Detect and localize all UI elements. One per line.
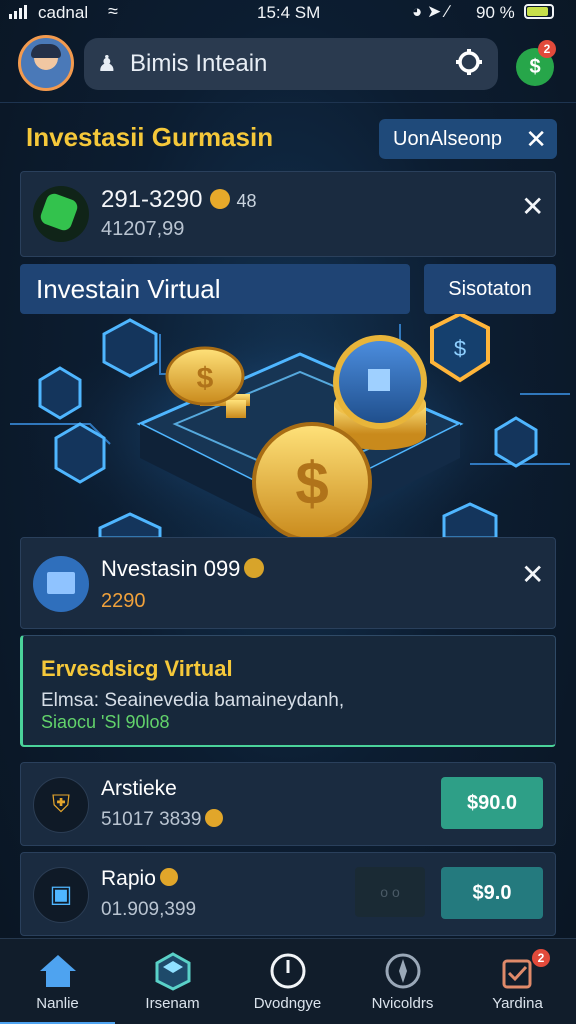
balance-value: 291-3290 [101,186,203,213]
clock-time: 15:4 SM [257,3,321,22]
notice-heading: Ervesdsiсg Virtual [41,656,233,681]
nav-activity[interactable]: Dvodngye [230,939,345,1024]
home-icon [40,955,76,987]
list-item-name: Arstieke [101,777,177,800]
investment-title: Nvestasin 099 [101,556,241,581]
nav-label: Yardina [492,995,543,1012]
nav-label: Irsenam [145,995,200,1012]
cube-icon [155,952,191,991]
nav-label: Dvodngye [253,995,322,1012]
status-bar: cadnal ≈ 15:4 SM ◕ ➤ ∕ 90 % [0,0,576,26]
search-icon[interactable] [454,48,484,78]
close-icon[interactable]: ✕ [521,558,544,591]
balance-line: 291-3290 48 [101,186,256,214]
balance-sub-value: 41207,99 [101,218,185,240]
balance-card[interactable]: 291-3290 48 41207,99 ✕ [20,171,556,257]
list-item[interactable]: ▣ Rapio 01.909,399 o o $9.0 [20,852,556,936]
investment-illustration: $ $ $ [10,314,570,538]
section-title: Investain Virtual [20,264,410,314]
investment-title-line: Nvestasin 099 [101,556,265,582]
wifi-icon: ≈ [108,1,118,21]
user-icon: ♟ [97,51,117,76]
signal-icon [9,5,27,19]
clock-icon [270,953,306,989]
nav-tasks[interactable]: 2 Yardina [460,939,575,1024]
app-header: ♟ Bimis Inteain $ 2 [0,30,576,103]
list-item-name-line: Rapio [101,867,178,891]
coin-icon [244,558,265,579]
nav-home[interactable]: Nanlie [0,939,115,1024]
list-item-name: Rapio [101,867,156,890]
page-title: Investasii Gurmasin [26,122,274,152]
search-bar[interactable]: ♟ Bimis Inteain [84,38,498,90]
nav-label: Nvicoldrs [371,995,434,1012]
nav-explore[interactable]: Nvicoldrs [345,939,460,1024]
nav-label: Nanlie [36,995,79,1012]
list-item-value: 51017 3839 [101,809,202,831]
section-button[interactable]: Sisotaton [424,264,556,314]
dollar-icon: $ [529,56,541,78]
pill-label: UonAlseonp [393,128,502,150]
camera-icon: ▣ [33,867,89,923]
portfolio-icon [33,556,89,612]
investment-card[interactable]: Nvestasin 099 2290 ✕ [20,537,556,629]
list-item-value: 01.909,399 [101,899,197,920]
investment-amount: 2290 [101,590,146,612]
avatar[interactable] [18,35,74,91]
balance-tag: 48 [236,191,257,211]
carrier-name: cadnal [38,3,89,22]
search-text: Bimis Inteain [130,50,268,77]
close-icon[interactable]: ✕ [521,190,544,223]
list-item-value-line: 51017 3839 [101,809,224,831]
secondary-button[interactable]: o o [355,867,425,917]
buy-button[interactable]: $90.0 [441,777,543,829]
battery-percent: 90 % [476,3,515,22]
bottom-navigation: Nanlie Irsenam Dvodngye Nvicoldrs 2 Yard… [0,938,576,1024]
close-icon[interactable]: ✕ [525,124,547,155]
notice-status: Siaocu 'Sl 90lo8 [41,712,170,732]
coin-icon [205,809,224,827]
wallet-icon [33,186,89,242]
svg-text:$: $ [454,336,466,361]
nav-invest[interactable]: Irsenam [115,939,230,1024]
svg-text:$: $ [197,362,214,395]
coin-icon [159,868,178,887]
battery-icon [524,4,554,19]
svg-text:$: $ [295,450,328,517]
notification-badge: 2 [538,40,556,58]
app-screen: cadnal ≈ 15:4 SM ◕ ➤ ∕ 90 % ♟ Bimis Inte… [0,0,576,1024]
notice-description: Elmsa: Seainevedia bamaineydanh, [41,690,345,711]
coin-icon [210,188,231,209]
nav-badge: 2 [532,949,550,967]
buy-button[interactable]: $9.0 [441,867,543,919]
compass-icon [385,953,421,989]
location-icon: ◕ ➤ ∕ [412,2,449,21]
list-item[interactable]: ⛨ Arstieke 51017 3839 $90.0 [20,762,556,846]
wallet-button[interactable]: $ 2 [516,40,556,86]
notice-card: Ervesdsiсg Virtual Elmsa: Seainevedia ba… [20,635,556,747]
dismiss-pill-button[interactable]: UonAlseonp ✕ [379,119,557,159]
shield-icon: ⛨ [33,777,89,833]
